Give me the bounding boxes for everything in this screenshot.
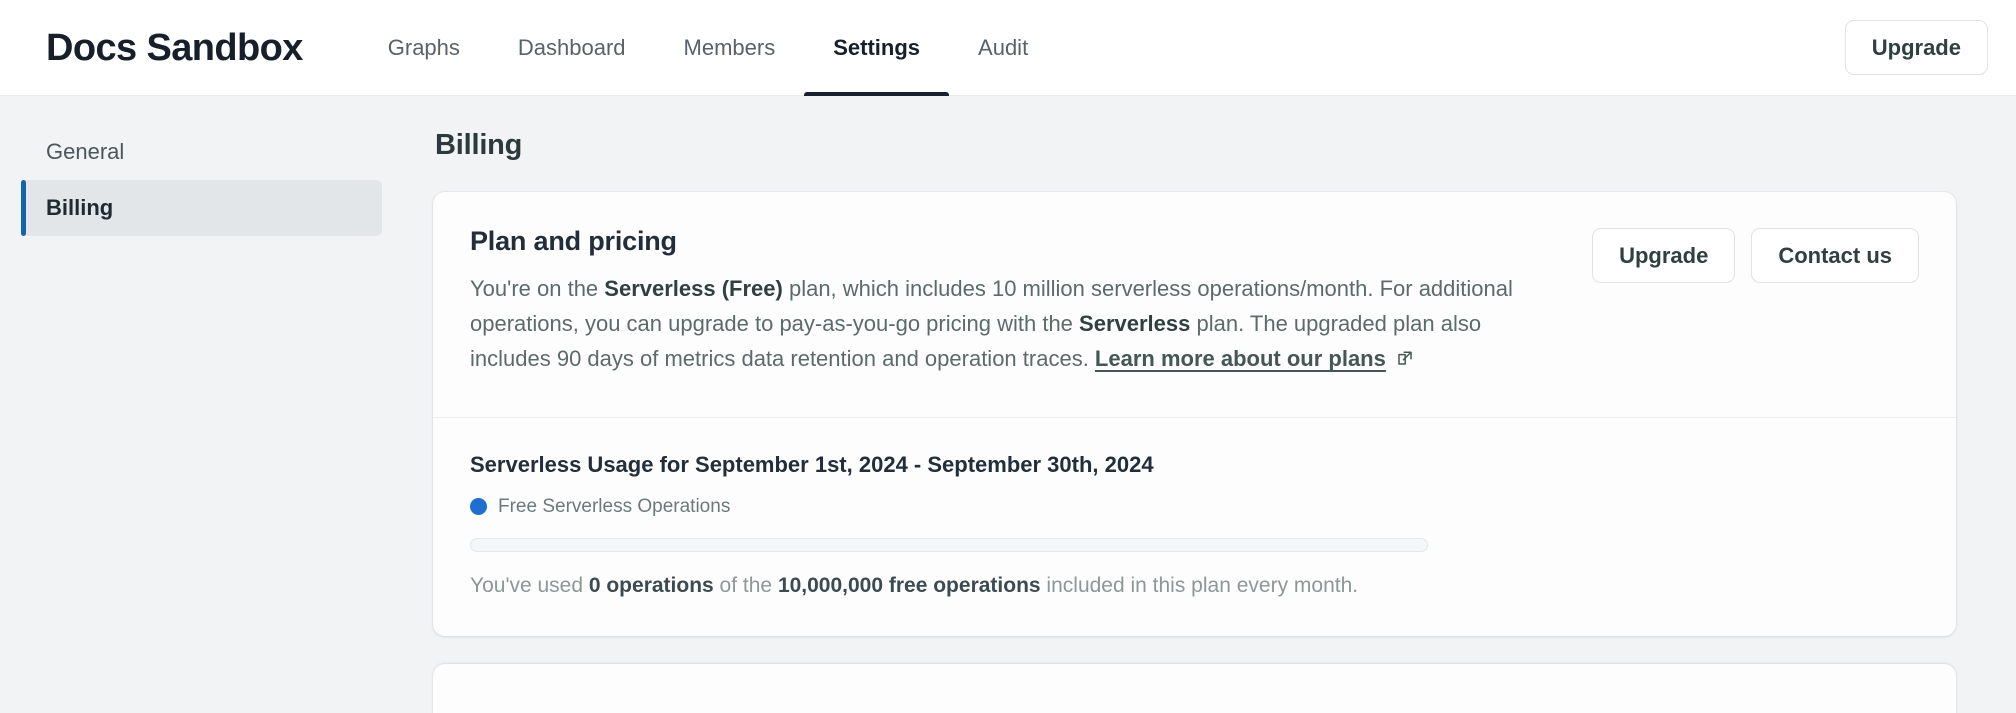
usage-legend: Free Serverless Operations [470, 496, 1919, 518]
main-nav: Graphs Dashboard Members Settings Audit [359, 0, 1057, 96]
plan-upgrade-button[interactable]: Upgrade [1592, 228, 1736, 284]
next-billing-card-peek [433, 663, 1956, 713]
usage-progress-bar[interactable] [470, 537, 1428, 552]
nav-item-audit[interactable]: Audit [949, 0, 1057, 96]
top-navigation-bar: Docs Sandbox Graphs Dashboard Members Se… [0, 0, 2016, 96]
legend-label: Free Serverless Operations [498, 495, 731, 517]
usage-summary-text: You've used 0 operations of the 10,000,0… [470, 574, 1919, 598]
sidebar-item-general[interactable]: General [22, 124, 382, 180]
contact-us-button[interactable]: Contact us [1751, 228, 1919, 284]
plan-description: You're on the Serverless (Free) plan, wh… [470, 271, 1552, 379]
plan-name-serverless: Serverless [1079, 311, 1191, 337]
brand-title: Docs Sandbox [46, 26, 303, 69]
page-body: General Billing Billing Plan and pricing… [0, 96, 2016, 713]
plan-and-pricing-section: Plan and pricing You're on the Serverles… [433, 192, 1956, 417]
nav-item-members[interactable]: Members [655, 0, 805, 96]
top-bar-actions: Upgrade [1844, 19, 1988, 76]
main-content: Billing Plan and pricing You're on the S… [412, 96, 2016, 713]
page-title: Billing [435, 129, 523, 161]
header-upgrade-button[interactable]: Upgrade [1844, 19, 1988, 76]
usage-operations-used: 0 operations [588, 573, 714, 597]
usage-operations-total: 10,000,000 free operations [777, 573, 1041, 597]
legend-color-dot-icon [470, 498, 487, 516]
billing-card: Plan and pricing You're on the Serverles… [433, 192, 1956, 636]
usage-note-part-2: of the [713, 573, 778, 597]
usage-note-part-1: You've used [470, 573, 589, 597]
sidebar-item-billing[interactable]: Billing [21, 180, 382, 236]
plan-desc-part-1: You're on the [470, 276, 605, 301]
sidebar-item-label: General [46, 139, 125, 164]
plan-action-buttons: Upgrade Contact us [1592, 226, 1919, 284]
usage-note-part-3: included in this plan every month. [1040, 573, 1359, 597]
plan-section-title: Plan and pricing [470, 226, 677, 256]
nav-item-graphs[interactable]: Graphs [359, 0, 489, 96]
nav-item-dashboard[interactable]: Dashboard [489, 0, 655, 96]
plan-name-free: Serverless (Free) [604, 276, 783, 301]
serverless-usage-section: Serverless Usage for September 1st, 2024… [433, 418, 1956, 636]
nav-item-settings[interactable]: Settings [804, 0, 949, 96]
settings-sidebar: General Billing [0, 96, 412, 713]
learn-more-plans-link[interactable]: Learn more about our plans [1095, 346, 1386, 371]
sidebar-item-label: Billing [46, 195, 114, 220]
usage-period-title: Serverless Usage for September 1st, 2024… [470, 451, 1154, 477]
external-link-icon [1395, 343, 1415, 378]
